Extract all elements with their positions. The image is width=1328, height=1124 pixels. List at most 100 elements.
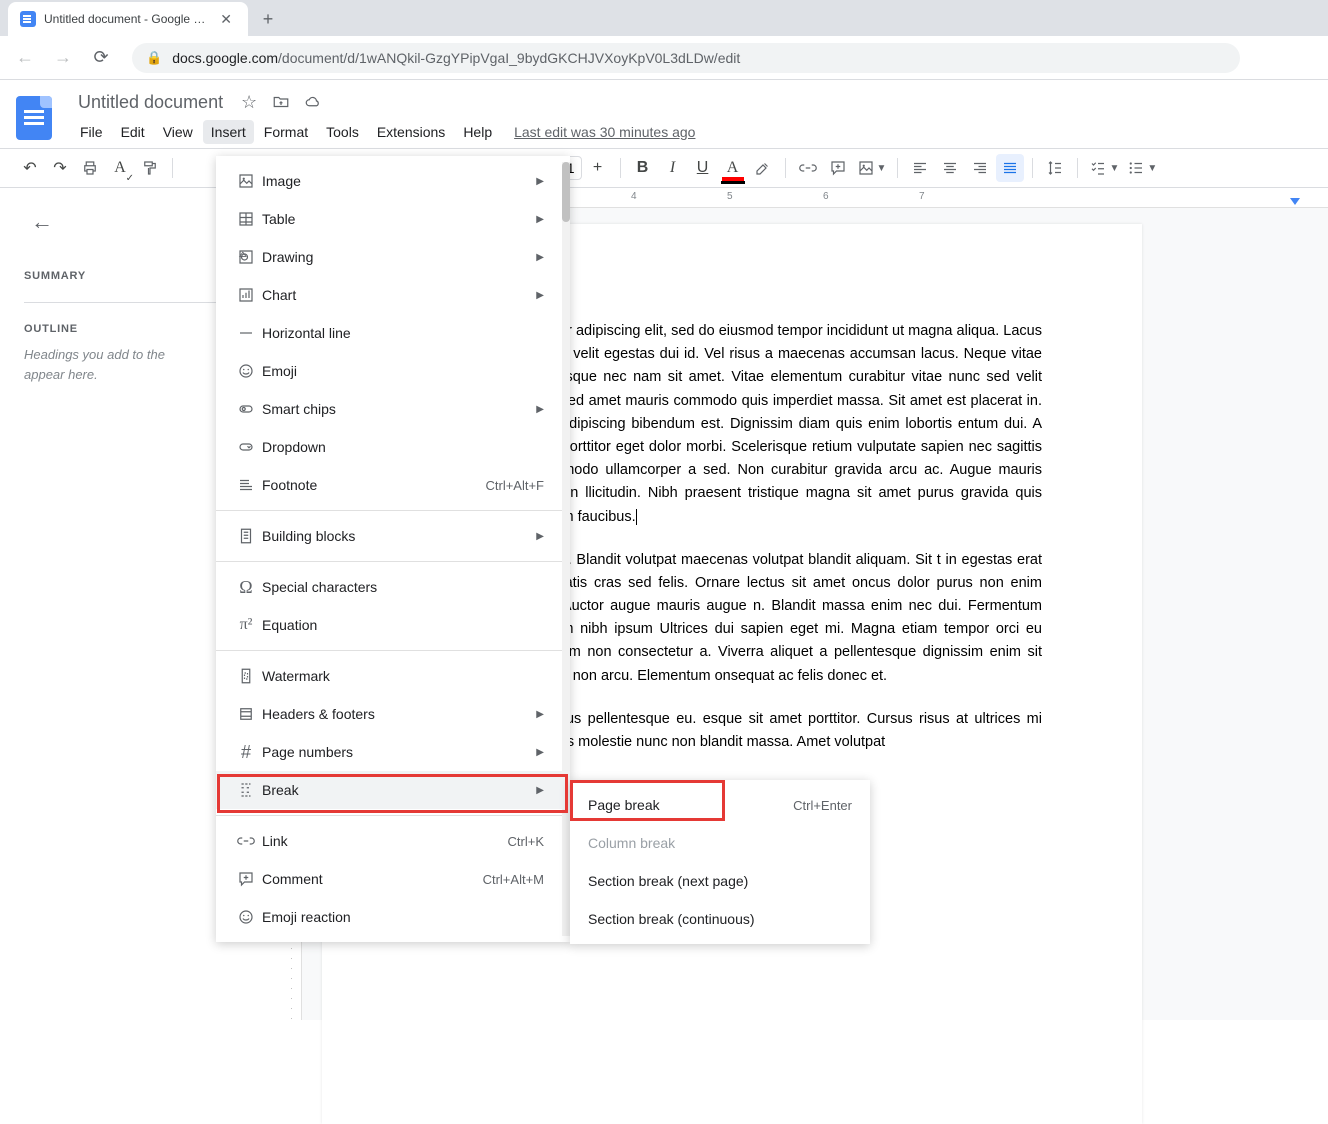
dropdown-icon — [230, 438, 262, 456]
insert-watermark[interactable]: Watermark — [216, 657, 570, 695]
insert-page-numbers[interactable]: #Page numbers▶ — [216, 733, 570, 771]
insert-break[interactable]: Break▶ — [216, 771, 570, 809]
image-icon — [230, 172, 262, 190]
footnote-icon — [230, 476, 262, 494]
align-center-button[interactable] — [936, 154, 964, 182]
menu-help[interactable]: Help — [455, 120, 500, 144]
insert-image-button[interactable]: ▼ — [854, 154, 890, 182]
insert-headers-footers[interactable]: Headers & footers▶ — [216, 695, 570, 733]
url-path: /document/d/1wANQkil-GzgYPipVgaI_9bydGKC… — [278, 50, 740, 66]
insert-image[interactable]: Image▶ — [216, 162, 570, 200]
section-break-next-page[interactable]: Section break (next page) — [570, 862, 870, 900]
blocks-icon — [230, 527, 262, 545]
table-icon — [230, 210, 262, 228]
insert-chart[interactable]: Chart▶ — [216, 276, 570, 314]
redo-button[interactable]: ↷ — [46, 154, 74, 182]
menu-extensions[interactable]: Extensions — [369, 120, 453, 144]
insert-link[interactable]: LinkCtrl+K — [216, 822, 570, 860]
equation-icon: π² — [230, 616, 262, 634]
insert-emoji[interactable]: Emoji — [216, 352, 570, 390]
tab-title: Untitled document - Google Doc — [44, 12, 208, 26]
document-title[interactable]: Untitled document — [72, 90, 229, 115]
font-size-increase[interactable]: + — [584, 154, 612, 182]
menu-view[interactable]: View — [155, 120, 201, 144]
section-break-continuous[interactable]: Section break (continuous) — [570, 900, 870, 938]
new-tab-button[interactable]: + — [254, 5, 282, 33]
text-cursor — [636, 509, 637, 525]
insert-link-button[interactable] — [794, 154, 822, 182]
align-justify-button[interactable] — [996, 154, 1024, 182]
insert-drawing[interactable]: Drawing▶ — [216, 238, 570, 276]
move-folder-icon[interactable] — [269, 90, 293, 114]
insert-comment-button[interactable] — [824, 154, 852, 182]
ruler-indent-marker-icon[interactable] — [1290, 198, 1300, 205]
column-break: Column break — [570, 824, 870, 862]
print-button[interactable] — [76, 154, 104, 182]
menu-insert[interactable]: Insert — [203, 120, 254, 144]
spellcheck-button[interactable]: A✓ — [106, 154, 134, 182]
menu-file[interactable]: File — [72, 120, 111, 144]
hr-icon — [230, 324, 262, 342]
align-right-button[interactable] — [966, 154, 994, 182]
menu-bar: File Edit View Insert Format Tools Exten… — [72, 118, 1312, 146]
insert-horizontal-line[interactable]: Horizontal line — [216, 314, 570, 352]
align-left-button[interactable] — [906, 154, 934, 182]
sidebar-back-button[interactable]: ← — [24, 204, 60, 240]
paint-format-button[interactable] — [136, 154, 164, 182]
insert-table[interactable]: Table▶ — [216, 200, 570, 238]
insert-menu-dropdown: Image▶ Table▶ Drawing▶ Chart▶ Horizontal… — [216, 156, 570, 942]
insert-building-blocks[interactable]: Building blocks▶ — [216, 517, 570, 555]
browser-address-bar: ← → ⟳ 🔒 docs.google.com/document/d/1wANQ… — [0, 36, 1328, 80]
comment-icon — [230, 870, 262, 888]
watermark-icon — [230, 667, 262, 685]
menu-edit[interactable]: Edit — [113, 120, 153, 144]
insert-comment[interactable]: CommentCtrl+Alt+M — [216, 860, 570, 898]
cloud-status-icon[interactable] — [301, 90, 325, 114]
underline-button[interactable]: U — [689, 154, 717, 182]
bold-button[interactable]: B — [629, 154, 657, 182]
close-tab-icon[interactable]: ✕ — [216, 11, 236, 28]
line-spacing-button[interactable] — [1041, 154, 1069, 182]
chips-icon — [230, 400, 262, 418]
insert-footnote[interactable]: FootnoteCtrl+Alt+F — [216, 466, 570, 504]
outline-hint: Headings you add to the appear here. — [24, 345, 184, 384]
text-color-button[interactable]: A — [719, 154, 747, 182]
checklist-button[interactable]: ▼ — [1086, 154, 1122, 182]
headers-icon — [230, 705, 262, 723]
menu-tools[interactable]: Tools — [318, 120, 367, 144]
insert-smart-chips[interactable]: Smart chips▶ — [216, 390, 570, 428]
last-edit-link[interactable]: Last edit was 30 minutes ago — [514, 124, 695, 140]
url-field[interactable]: 🔒 docs.google.com/document/d/1wANQkil-Gz… — [132, 43, 1240, 73]
break-submenu: Page breakCtrl+Enter Column break Sectio… — [570, 780, 870, 944]
omega-icon: Ω — [230, 577, 262, 598]
emoji-icon — [230, 362, 262, 380]
reload-button[interactable]: ⟳ — [84, 41, 118, 75]
docs-logo-icon[interactable] — [16, 96, 52, 140]
pagenum-icon: # — [230, 742, 262, 763]
url-domain: docs.google.com — [172, 50, 278, 66]
insert-dropdown[interactable]: Dropdown — [216, 428, 570, 466]
chart-icon — [230, 286, 262, 304]
back-button[interactable]: ← — [8, 41, 42, 75]
bulleted-list-button[interactable]: ▼ — [1124, 154, 1160, 182]
link-icon — [230, 832, 262, 850]
insert-equation[interactable]: π²Equation — [216, 606, 570, 644]
forward-button[interactable]: → — [46, 41, 80, 75]
emoji-reaction-icon — [230, 908, 262, 926]
italic-button[interactable]: I — [659, 154, 687, 182]
page-break[interactable]: Page breakCtrl+Enter — [570, 786, 870, 824]
docs-header: Untitled document ☆ File Edit View Inser… — [0, 80, 1328, 148]
highlight-button[interactable] — [749, 154, 777, 182]
lock-icon: 🔒 — [146, 50, 162, 66]
insert-special-chars[interactable]: ΩSpecial characters — [216, 568, 570, 606]
break-icon — [230, 781, 262, 799]
drawing-icon — [230, 248, 262, 266]
docs-favicon-icon — [20, 11, 36, 27]
browser-tab-strip: Untitled document - Google Doc ✕ + — [0, 0, 1328, 36]
insert-emoji-reaction[interactable]: Emoji reaction — [216, 898, 570, 936]
undo-button[interactable]: ↶ — [16, 154, 44, 182]
toolbar: ↶ ↷ A✓ 11 + B I U A ▼ ▼ ▼ — [0, 148, 1328, 188]
star-icon[interactable]: ☆ — [237, 90, 261, 114]
browser-tab[interactable]: Untitled document - Google Doc ✕ — [8, 2, 248, 36]
menu-format[interactable]: Format — [256, 120, 316, 144]
